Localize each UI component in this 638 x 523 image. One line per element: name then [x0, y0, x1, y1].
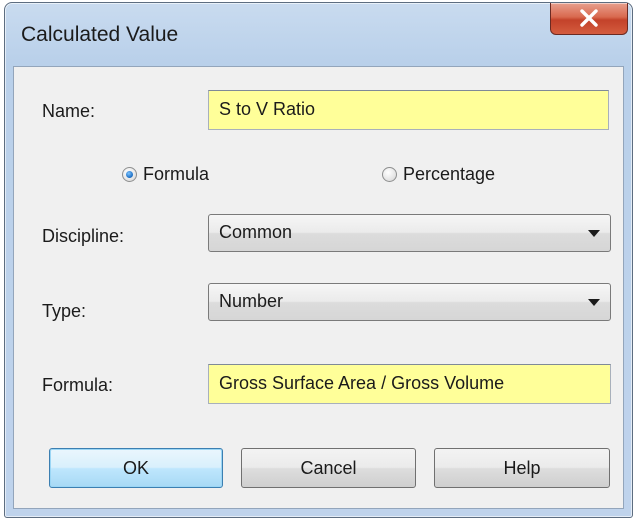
calculated-value-dialog: Calculated Value Name: S to V Ratio Form…	[4, 2, 633, 518]
type-selected-value: Number	[219, 291, 284, 311]
name-field[interactable]: S to V Ratio	[208, 90, 609, 130]
discipline-selected-value: Common	[219, 222, 293, 242]
close-button[interactable]	[550, 3, 628, 35]
percentage-radio[interactable]: Percentage	[382, 164, 495, 185]
formula-field[interactable]: Gross Surface Area / Gross Volume	[208, 364, 611, 404]
chevron-down-icon	[588, 230, 600, 237]
help-button[interactable]: Help	[434, 448, 610, 488]
chevron-down-icon	[588, 299, 600, 306]
dialog-body: Name: S to V Ratio Formula Percentage Di…	[13, 66, 624, 509]
close-icon	[580, 9, 598, 27]
ok-button[interactable]: OK	[49, 448, 223, 488]
cancel-button[interactable]: Cancel	[241, 448, 416, 488]
discipline-label: Discipline:	[42, 226, 125, 246]
formula-radio-label: Formula	[143, 164, 210, 184]
radio-unselected-icon	[382, 167, 397, 182]
title-bar[interactable]: Calculated Value	[5, 3, 632, 67]
formula-label: Formula:	[42, 375, 114, 395]
type-label: Type:	[42, 301, 87, 321]
radio-selected-icon	[122, 167, 137, 182]
formula-radio[interactable]: Formula	[122, 164, 209, 185]
type-dropdown[interactable]: Number	[208, 283, 611, 321]
percentage-radio-label: Percentage	[403, 164, 496, 184]
dialog-title: Calculated Value	[21, 23, 179, 46]
name-label: Name:	[42, 101, 96, 121]
discipline-dropdown[interactable]: Common	[208, 214, 611, 252]
